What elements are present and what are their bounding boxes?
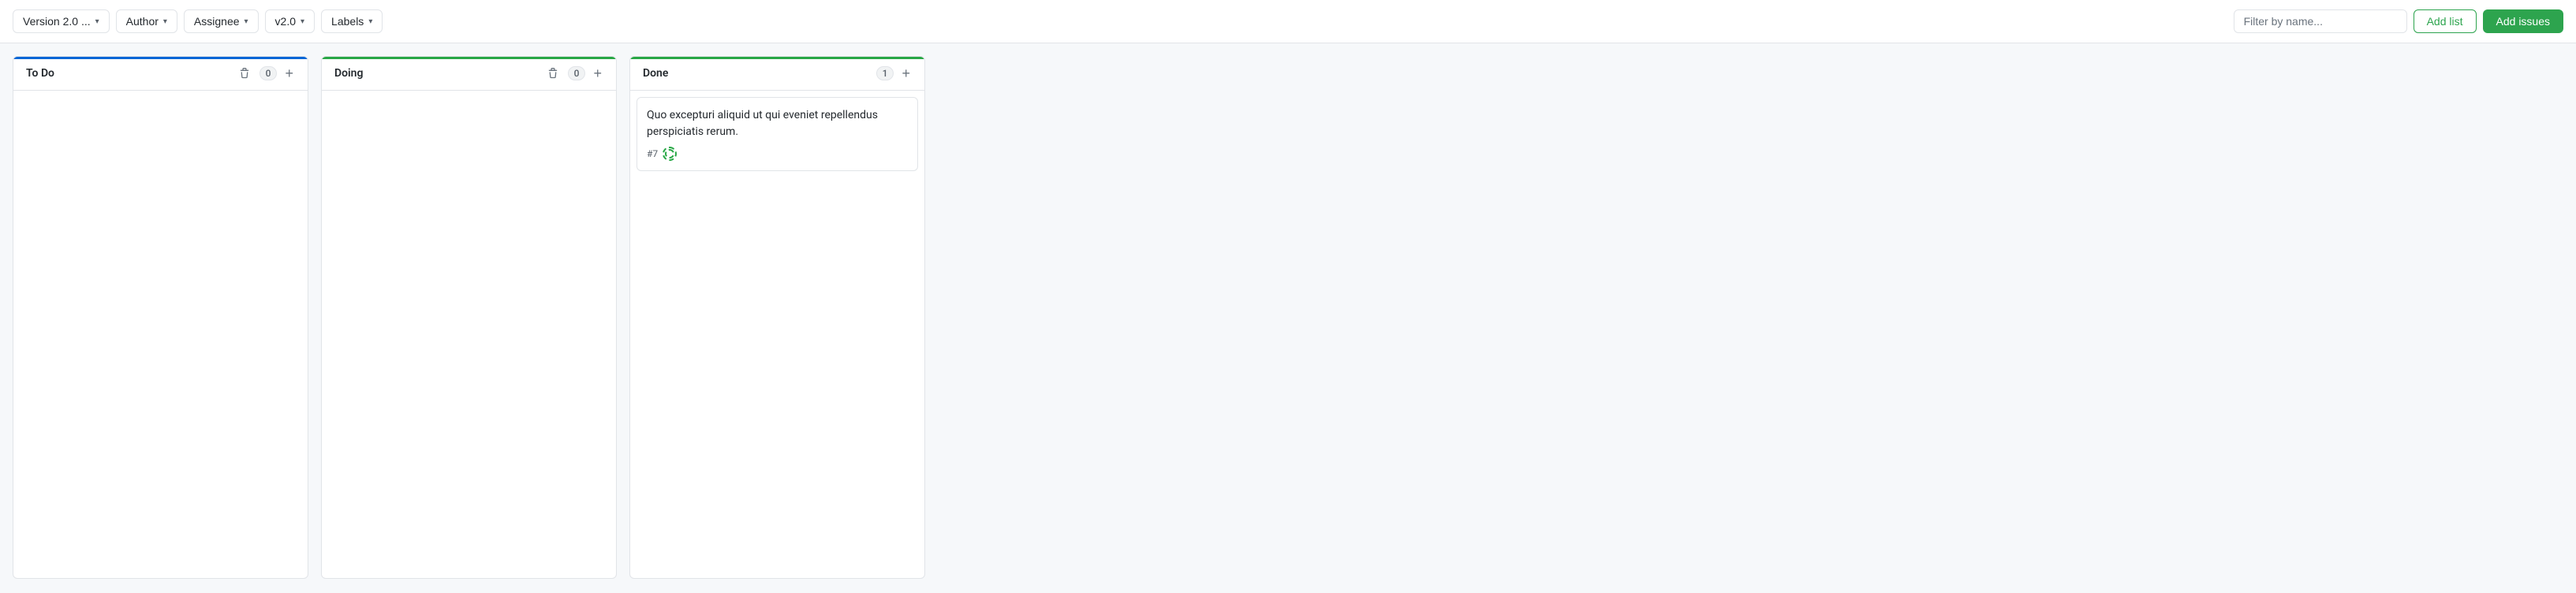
column-todo-header: To Do0+ — [13, 57, 308, 91]
labels-chevron-icon: ▾ — [368, 17, 372, 26]
column-doing-delete-button[interactable] — [544, 66, 562, 80]
column-done-body: Quo excepturi aliquid ut qui eveniet rep… — [630, 91, 924, 578]
version-filter-label: v2.0 — [275, 15, 296, 28]
column-done-title: Done — [643, 67, 876, 80]
board: To Do0+Doing0+Done1+Quo excepturi aliqui… — [0, 43, 2576, 591]
column-doing-body — [322, 91, 616, 578]
column-doing: Doing0+ — [321, 56, 617, 579]
version-label: Version 2.0 ... — [23, 15, 91, 28]
column-doing-actions: 0+ — [544, 66, 603, 80]
issue-card[interactable]: Quo excepturi aliquid ut qui eveniet rep… — [637, 97, 918, 171]
toolbar-right: Add list Add issues — [2234, 9, 2563, 33]
column-doing-add-button[interactable]: + — [592, 66, 603, 80]
column-done-add-button[interactable]: + — [900, 66, 912, 80]
author-label: Author — [126, 15, 159, 28]
version-filter-chevron-icon: ▾ — [301, 17, 304, 26]
issue-labels-icon — [663, 147, 677, 161]
issue-meta: #7 — [647, 147, 908, 161]
author-chevron-icon: ▾ — [163, 17, 167, 26]
labels-label: Labels — [331, 15, 364, 28]
column-done-header: Done1+ — [630, 57, 924, 91]
version-filter-dropdown[interactable]: v2.0 ▾ — [265, 9, 315, 33]
issue-number: #7 — [647, 148, 658, 159]
assignee-dropdown[interactable]: Assignee ▾ — [184, 9, 259, 33]
column-doing-count: 0 — [568, 66, 586, 80]
column-todo-body — [13, 91, 308, 578]
column-todo-actions: 0+ — [236, 66, 295, 80]
toolbar: Version 2.0 ... ▾ Author ▾ Assignee ▾ v2… — [0, 0, 2576, 43]
version-dropdown[interactable]: Version 2.0 ... ▾ — [13, 9, 110, 33]
assignee-chevron-icon: ▾ — [245, 17, 248, 26]
column-done-actions: 1+ — [876, 66, 912, 80]
add-issues-button[interactable]: Add issues — [2483, 9, 2563, 33]
column-todo: To Do0+ — [13, 56, 308, 579]
column-todo-delete-button[interactable] — [236, 66, 253, 80]
column-done: Done1+Quo excepturi aliquid ut qui eveni… — [629, 56, 925, 579]
author-dropdown[interactable]: Author ▾ — [116, 9, 177, 33]
version-chevron-icon: ▾ — [95, 17, 99, 26]
column-todo-title: To Do — [26, 67, 236, 80]
issue-title: Quo excepturi aliquid ut qui eveniet rep… — [647, 107, 908, 140]
add-list-button[interactable]: Add list — [2414, 9, 2477, 33]
toolbar-left: Version 2.0 ... ▾ Author ▾ Assignee ▾ v2… — [13, 9, 2227, 33]
assignee-label: Assignee — [194, 15, 240, 28]
column-todo-add-button[interactable]: + — [283, 66, 295, 80]
column-todo-count: 0 — [259, 66, 278, 80]
filter-input[interactable] — [2234, 9, 2407, 33]
column-done-count: 1 — [876, 66, 894, 80]
column-doing-header: Doing0+ — [322, 57, 616, 91]
column-doing-title: Doing — [334, 67, 544, 80]
labels-dropdown[interactable]: Labels ▾ — [321, 9, 383, 33]
